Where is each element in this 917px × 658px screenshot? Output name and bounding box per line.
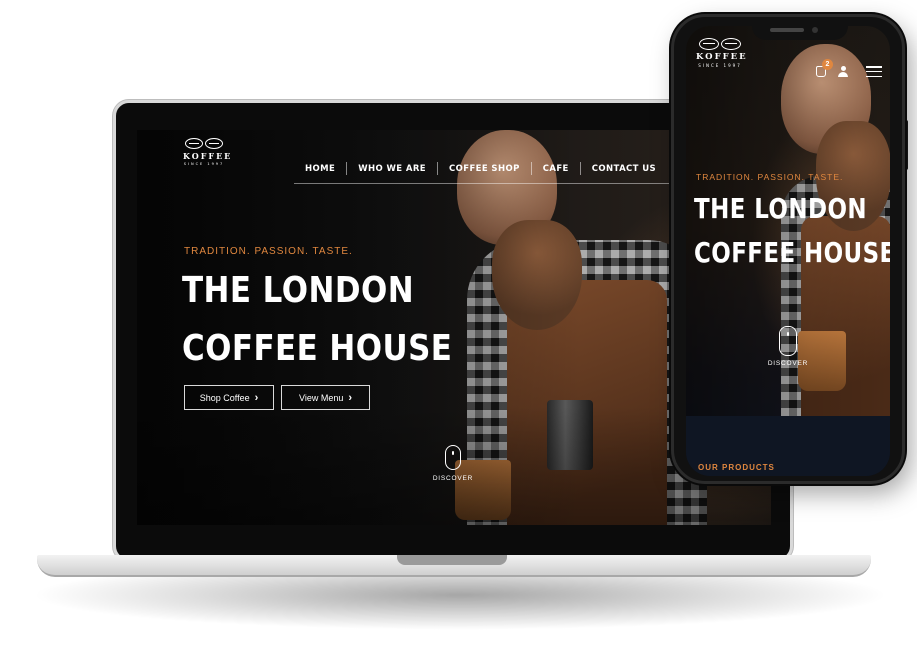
- chevron-right-icon: ›: [348, 391, 353, 404]
- site-logo[interactable]: KOFFEE SINCE 1997: [696, 38, 748, 68]
- site-logo[interactable]: KOFFEE SINCE 1997: [183, 138, 233, 166]
- main-nav: HOME WHO WE ARE COFFEE SHOP CAFE CONTACT…: [294, 162, 667, 175]
- logo-since: SINCE 1997: [698, 63, 742, 68]
- mobile-hero-headline-line1: THE LONDON: [694, 192, 867, 225]
- nav-home[interactable]: HOME: [294, 164, 346, 174]
- phone-speaker: [770, 28, 804, 32]
- coffee-beans-logo-icon: [696, 38, 744, 50]
- nav-coffee-shop[interactable]: COFFEE SHOP: [438, 164, 531, 174]
- our-products-title: OUR PRODUCTS: [698, 463, 775, 472]
- nav-who-we-are[interactable]: WHO WE ARE: [347, 164, 437, 174]
- barista-apron: [507, 280, 667, 525]
- barista-head: [457, 130, 557, 245]
- nav-cafe[interactable]: CAFE: [532, 164, 580, 174]
- milk-pitcher: [547, 400, 593, 470]
- discover-label: DISCOVER: [432, 475, 474, 482]
- discover-scroll[interactable]: DISCOVER: [427, 445, 479, 482]
- coffee-beans-logo-icon: [183, 138, 225, 149]
- cart-icon[interactable]: 2: [816, 59, 833, 77]
- mobile-discover-label: DISCOVER: [767, 360, 809, 367]
- mobile-hero-headline-line2: COFFEE HOUSE: [694, 236, 890, 269]
- phone-camera: [812, 27, 818, 33]
- logo-brand-name: KOFFEE: [183, 151, 233, 161]
- logo-since: SINCE 1997: [183, 162, 225, 166]
- cart-count-badge: 2: [822, 59, 833, 70]
- shop-coffee-label: Shop Coffee: [199, 392, 250, 403]
- chevron-right-icon: ›: [254, 391, 259, 404]
- user-icon[interactable]: [838, 66, 848, 77]
- laptop-notch: [397, 555, 507, 565]
- hero-headline-line1: THE LONDON: [182, 270, 415, 311]
- mobile-header-icons: 2: [816, 59, 882, 77]
- mouse-scroll-icon: [779, 326, 797, 356]
- logo-brand-name: KOFFEE: [696, 52, 748, 62]
- phone-screen: KOFFEE SINCE 1997 2 TRADITION. PASSION. …: [686, 26, 890, 476]
- hero-headline-line2: COFFEE HOUSE: [182, 328, 453, 369]
- view-menu-button[interactable]: View Menu ›: [281, 385, 370, 410]
- hamburger-menu-icon[interactable]: [866, 66, 882, 77]
- mouse-scroll-icon: [445, 445, 461, 470]
- shop-coffee-button[interactable]: Shop Coffee ›: [184, 385, 274, 410]
- mobile-discover-scroll[interactable]: DISCOVER: [764, 326, 812, 367]
- nav-contact-us[interactable]: CONTACT US: [581, 164, 667, 174]
- view-menu-label: View Menu: [298, 392, 344, 403]
- barista-beard: [492, 220, 582, 330]
- hero-tagline: TRADITION. PASSION. TASTE.: [184, 246, 353, 257]
- mobile-hero-tagline: TRADITION. PASSION. TASTE.: [696, 172, 844, 182]
